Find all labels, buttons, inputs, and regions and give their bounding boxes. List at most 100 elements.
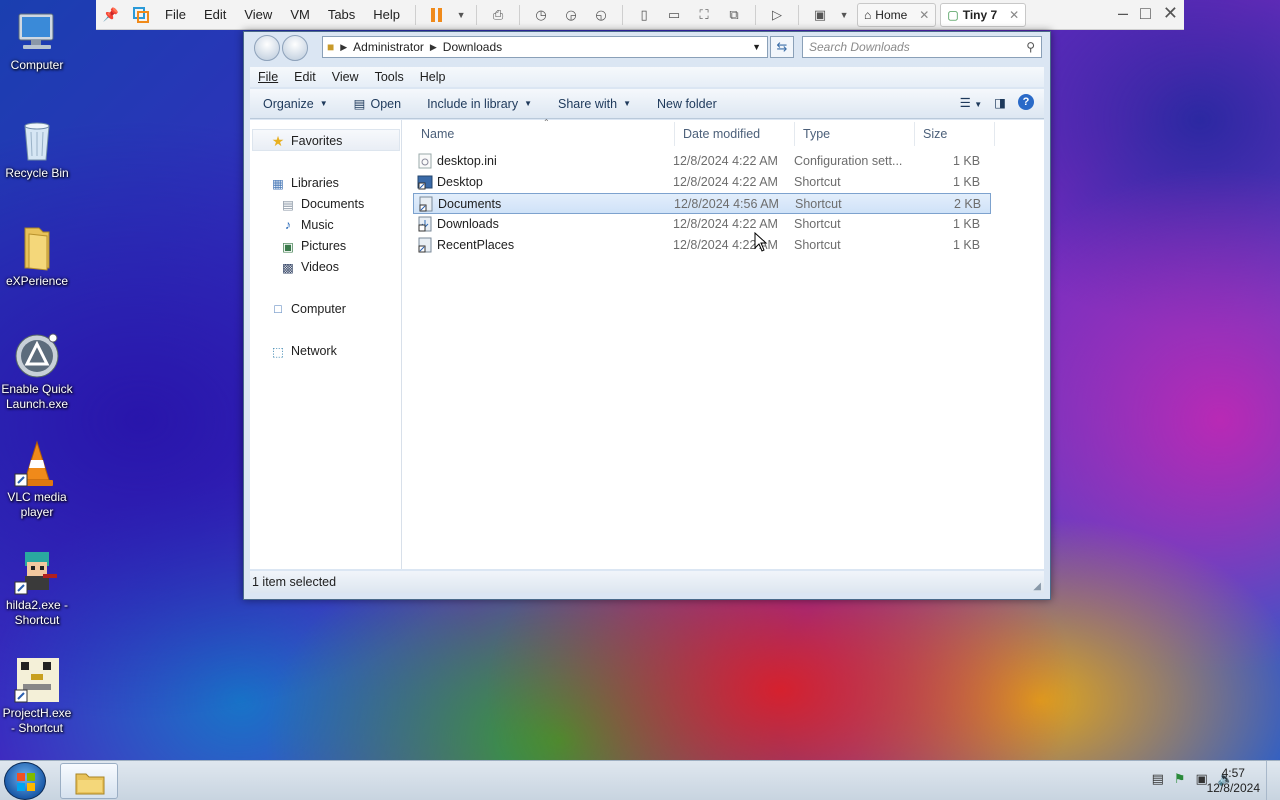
open-button[interactable]: ▤ Open [341,96,414,112]
forward-button[interactable] [282,35,308,61]
chevron-right-icon[interactable]: ▶ [340,42,347,53]
desktop-icon-enable-quick-launch[interactable]: Enable Quick Launch.exe [0,332,74,412]
share-with-label: Share with [558,96,618,111]
refresh-button[interactable]: ⇆ [770,36,794,58]
share-with-button[interactable]: Share with ▼ [545,97,644,111]
tab-tiny7[interactable]: ▢ Tiny 7 ✕ [940,2,1027,27]
console-icon[interactable]: ▷ [765,3,789,27]
resize-grip-icon[interactable]: ◢ [1033,581,1041,592]
quick-launch-app-icon [13,332,61,380]
chevron-down-icon[interactable]: ▼ [838,3,850,27]
column-name-label: Name [421,127,455,141]
desktop-icon-computer[interactable]: Computer [0,8,74,73]
file-type: Shortcut [794,175,841,189]
file-row[interactable]: desktop.ini 12/8/2024 4:22 AM Configurat… [413,151,991,172]
file-row[interactable]: Downloads 12/8/2024 4:22 AM Shortcut 1 K… [413,214,991,235]
toolbar-divider [622,4,624,25]
file-list: Name ⌃ Date modified Type Size desktop.i… [403,118,1044,569]
close-icon[interactable]: ✕ [1163,3,1178,24]
chevron-down-icon[interactable]: ▼ [455,3,467,27]
snapshot-icon[interactable]: ◷ [529,3,553,27]
close-icon[interactable]: ✕ [919,8,929,22]
include-in-library-button[interactable]: Include in library ▼ [414,97,545,111]
vm-tab-icon: ▢ [947,7,959,22]
menu-view[interactable]: View [324,70,367,84]
thumbnail-bar-icon[interactable]: ▭ [662,3,686,27]
desktop-icon-label: Enable Quick Launch.exe [1,382,73,411]
desktop-icon-experience[interactable]: eXPerience [0,224,74,289]
sidebar-toggle-icon[interactable]: ▯ [632,3,656,27]
tab-home[interactable]: ⌂ Home ✕ [857,2,937,27]
clock[interactable]: 4:57 12/8/2024 [1207,766,1260,796]
back-button[interactable] [254,35,280,61]
clock-time: 4:57 [1221,766,1245,780]
chevron-down-icon[interactable]: ▼ [752,42,761,52]
pause-icon[interactable] [425,3,449,27]
desktop-icon-projecth[interactable]: ProjectH.exe - Shortcut [0,656,74,736]
nav-videos[interactable]: ▩ Videos [280,257,339,277]
menu-tools[interactable]: Tools [367,70,412,84]
vm-menu-vm[interactable]: VM [281,7,319,22]
search-input[interactable]: Search Downloads ⚲ [802,36,1042,58]
stretch-icon[interactable]: ▣ [808,3,832,27]
menu-file[interactable]: File [250,70,286,84]
libraries-icon: ▦ [272,176,284,191]
start-button[interactable] [4,762,46,800]
nav-network-label: Network [291,344,337,358]
nav-favorites[interactable]: ★ Favorites [270,131,343,151]
desktop-icon-hilda2[interactable]: hilda2.exe - Shortcut [0,548,74,628]
nav-documents[interactable]: ▤ Documents [280,194,364,214]
column-header-type[interactable]: Type [795,122,915,146]
vm-menu-help[interactable]: Help [364,7,409,22]
column-header-size[interactable]: Size [915,122,995,146]
vm-menu-edit[interactable]: Edit [195,7,235,22]
column-header-date[interactable]: Date modified [675,122,795,146]
vm-menu-view[interactable]: View [235,7,281,22]
desktop-icon-vlc[interactable]: VLC media player [0,440,74,520]
desktop-icon-recycle-bin[interactable]: Recycle Bin [0,116,74,181]
nav-network[interactable]: ⬚ Network [270,341,337,361]
organize-button[interactable]: Organize ▼ [250,97,341,111]
new-folder-button[interactable]: New folder [644,97,730,111]
action-center-icon[interactable]: ⚑ [1174,771,1186,787]
taskbar: ▤ ⚑ ▣ 🔉 4:57 12/8/2024 [0,760,1280,800]
videos-icon: ▩ [282,260,294,275]
game-character-icon [13,548,61,596]
preview-pane-icon[interactable]: ◨ [994,95,1006,110]
taskbar-explorer-button[interactable] [60,763,118,799]
breadcrumb-downloads[interactable]: Downloads [443,40,502,54]
file-row[interactable]: Desktop 12/8/2024 4:22 AM Shortcut 1 KB [413,172,991,193]
revert-snapshot-icon[interactable]: ◶ [559,3,583,27]
breadcrumb-administrator[interactable]: Administrator [353,40,424,54]
snapshot-manager-icon[interactable]: ◵ [589,3,613,27]
file-size: 1 KB [953,238,981,252]
desktop-icon-label: hilda2.exe - Shortcut [5,598,69,627]
unity-icon[interactable]: ⧉ [722,3,746,27]
file-row[interactable]: RecentPlaces 12/8/2024 4:22 AM Shortcut … [413,235,991,256]
maximize-icon[interactable]: □ [1140,3,1151,24]
show-desktop-button[interactable] [1266,761,1280,800]
file-row[interactable]: Documents 12/8/2024 4:56 AM Shortcut 2 K… [413,193,991,214]
nav-favorites-label: Favorites [291,134,343,148]
close-icon[interactable]: ✕ [1009,8,1019,22]
vm-menu-tabs[interactable]: Tabs [319,7,364,22]
clock-date: 12/8/2024 [1206,781,1260,795]
chevron-right-icon[interactable]: ▶ [430,42,437,53]
fullscreen-icon[interactable]: ⛶ [692,3,716,27]
nav-computer[interactable]: □ Computer [270,299,346,319]
nav-libraries[interactable]: ▦ Libraries [270,173,339,193]
menu-help[interactable]: Help [412,70,454,84]
column-header-name[interactable]: Name ⌃ [413,118,675,146]
nav-music[interactable]: ♪ Music [280,215,334,235]
help-icon[interactable]: ? [1018,94,1034,110]
nav-pictures[interactable]: ▣ Pictures [280,236,346,256]
change-view-icon[interactable]: ☰ ▼ [960,95,983,110]
search-placeholder: Search Downloads [809,40,910,54]
minimize-icon[interactable]: – [1118,3,1128,24]
notification-icon[interactable]: ▤ [1152,771,1164,787]
pin-icon[interactable]: 📌 [99,3,123,27]
menu-edit[interactable]: Edit [286,70,324,84]
send-ctrl-alt-del-icon[interactable]: ⎙ [486,3,510,27]
address-bar[interactable]: ■ ▶ Administrator ▶ Downloads ▼ [322,36,768,58]
vm-menu-file[interactable]: File [156,7,195,22]
